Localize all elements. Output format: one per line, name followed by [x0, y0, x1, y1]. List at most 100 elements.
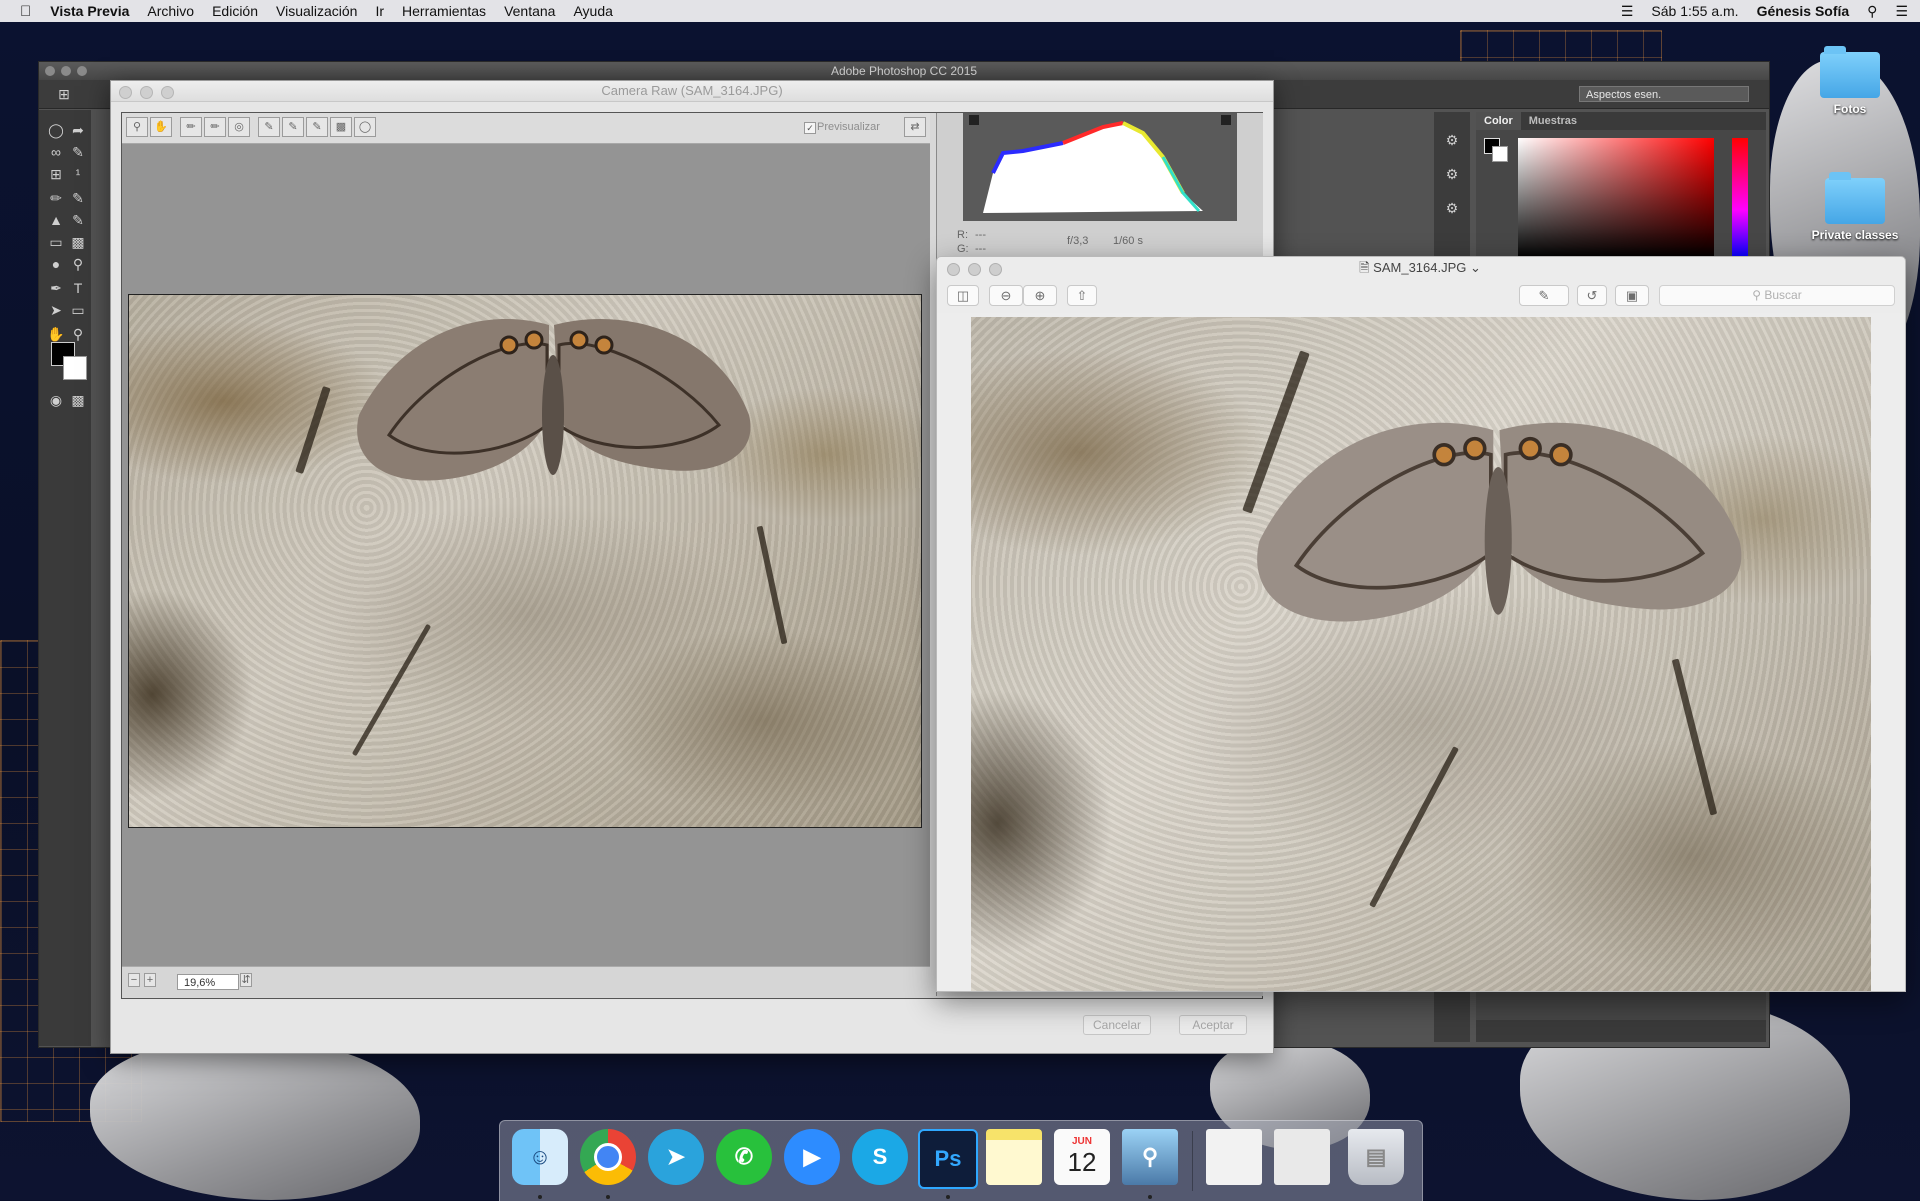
preview-title[interactable]: SAM_3164.JPG [1373, 260, 1466, 275]
zoom-icon[interactable] [77, 66, 87, 76]
menu-app-name[interactable]: Vista Previa [41, 3, 138, 19]
menu-ayuda[interactable]: Ayuda [564, 3, 621, 19]
white-balance-icon[interactable]: ✏ [180, 117, 202, 137]
zoom-icon[interactable] [161, 86, 174, 99]
spotlight-icon[interactable]: ⚲ [1867, 3, 1877, 20]
hue-slider[interactable] [1732, 138, 1748, 258]
workspace-select[interactable]: Aspectos esen. [1579, 86, 1749, 102]
blur-icon[interactable]: ● [45, 254, 67, 274]
brush-icon[interactable]: ✎ [67, 188, 89, 208]
preview-image-area[interactable] [937, 313, 1903, 991]
zoom-tool-icon[interactable]: ⚲ [67, 324, 89, 344]
move-tool-icon[interactable]: ➦ [67, 120, 89, 140]
minimize-icon[interactable] [968, 263, 981, 276]
menu-visualizacion[interactable]: Visualización [267, 3, 366, 19]
zoom-out-icon[interactable]: ⊖ [989, 285, 1023, 306]
menu-edicion[interactable]: Edición [203, 3, 267, 19]
adjustment-brush-icon[interactable]: ▩ [330, 117, 352, 137]
preview-checkbox[interactable]: ✓ [804, 122, 816, 134]
notification-center-icon[interactable]: ☰ [1895, 3, 1908, 20]
close-icon[interactable] [119, 86, 132, 99]
fullscreen-icon[interactable]: ⇄ [904, 117, 926, 137]
background-color-swatch[interactable] [63, 356, 87, 380]
zoom-level-field[interactable]: 19,6% [177, 974, 239, 990]
adjustments-panel-icon[interactable]: ⚙ [1441, 198, 1463, 218]
zoom-in-icon[interactable]: + [144, 973, 156, 987]
menu-archivo[interactable]: Archivo [138, 3, 203, 19]
skype-icon[interactable]: S [852, 1129, 908, 1185]
quick-mask-icon[interactable]: ◉ [45, 390, 67, 410]
menu-ventana[interactable]: Ventana [495, 3, 564, 19]
rotate-icon[interactable]: ↺ [1577, 285, 1607, 306]
menu-herramientas[interactable]: Herramientas [393, 3, 495, 19]
tab-muestras[interactable]: Muestras [1521, 112, 1585, 130]
wifi-icon[interactable]: ☰ [1621, 3, 1634, 20]
photoshop-icon[interactable]: Ps [918, 1129, 978, 1189]
zoom-icon[interactable]: ▶ [784, 1129, 840, 1185]
whatsapp-icon[interactable]: ✆ [716, 1129, 772, 1185]
targeted-adjustment-icon[interactable]: ◎ [228, 117, 250, 137]
desktop-icon-private-classes[interactable]: Private classes [1800, 172, 1910, 242]
user-name[interactable]: Génesis Sofía [1757, 3, 1850, 19]
calendar-icon[interactable]: JUN 12 [1054, 1129, 1110, 1185]
close-icon[interactable] [947, 263, 960, 276]
minimized-window-icon[interactable] [1206, 1129, 1262, 1185]
close-icon[interactable] [45, 66, 55, 76]
gradient-icon[interactable]: ▩ [67, 232, 89, 252]
stamp-icon[interactable]: ▲ [45, 210, 67, 230]
apple-icon[interactable]:  [0, 3, 41, 20]
toolbox-icon[interactable]: ▣ [1615, 285, 1649, 306]
trash-icon[interactable]: ▤ [1348, 1129, 1404, 1185]
radial-filter-icon[interactable]: ◯ [354, 117, 376, 137]
color-sampler-icon[interactable]: ✏ [204, 117, 226, 137]
properties-panel-icon[interactable]: ⚙ [1441, 164, 1463, 184]
pen-icon[interactable]: ✒ [45, 278, 67, 298]
color-picker-field[interactable] [1518, 138, 1714, 258]
straighten-icon[interactable]: ✎ [258, 117, 280, 137]
crop-icon[interactable]: ⊞ [45, 164, 67, 184]
crop-tool-icon[interactable]: ⊞ [53, 84, 75, 104]
finder-icon[interactable]: ☺ [512, 1129, 568, 1185]
type-icon[interactable]: T [67, 278, 89, 298]
quick-select-icon[interactable]: ✎ [67, 142, 89, 162]
dodge-icon[interactable]: ⚲ [67, 254, 89, 274]
red-eye-icon[interactable]: ✎ [306, 117, 328, 137]
zoom-tool-icon[interactable]: ⚲ [126, 117, 148, 137]
chevron-down-icon[interactable]: ⌄ [1466, 260, 1481, 275]
zoom-in-icon[interactable]: ⊕ [1023, 285, 1057, 306]
hand-icon[interactable]: ✋ [45, 324, 67, 344]
accept-button[interactable]: Aceptar [1179, 1015, 1247, 1035]
sidebar-toggle-icon[interactable]: ◫ [947, 285, 979, 306]
clock[interactable]: Sáb 1:55 a.m. [1651, 3, 1738, 19]
eraser-icon[interactable]: ▭ [45, 232, 67, 252]
count-tool-icon[interactable]: ¹ [67, 164, 89, 184]
hand-tool-icon[interactable]: ✋ [150, 117, 172, 137]
marquee-tool-icon[interactable]: ◯ [45, 120, 67, 140]
zoom-stepper-icon[interactable]: ⇵ [240, 973, 252, 987]
camera-raw-canvas[interactable] [122, 144, 930, 966]
history-panel-icon[interactable]: ⚙ [1441, 130, 1463, 150]
markup-pen-icon[interactable]: ✎ [1519, 285, 1569, 306]
zoom-out-icon[interactable]: − [128, 973, 140, 987]
history-brush-icon[interactable]: ✎ [67, 210, 89, 230]
search-input[interactable]: ⚲ Buscar [1659, 285, 1895, 306]
path-select-icon[interactable]: ➤ [45, 300, 67, 320]
preview-app-icon[interactable]: ⚲ [1122, 1129, 1178, 1185]
cancel-button[interactable]: Cancelar [1083, 1015, 1151, 1035]
eyedropper-icon[interactable]: ✏ [45, 188, 67, 208]
shape-icon[interactable]: ▭ [67, 300, 89, 320]
spot-removal-icon[interactable]: ✎ [282, 117, 304, 137]
desktop-icon-fotos[interactable]: Fotos [1795, 46, 1905, 116]
telegram-icon[interactable]: ➤ [648, 1129, 704, 1185]
panel-background-swatch[interactable] [1492, 146, 1508, 162]
zoom-icon[interactable] [989, 263, 1002, 276]
share-icon[interactable]: ⇧ [1067, 285, 1097, 306]
minimized-window-icon[interactable] [1274, 1129, 1330, 1185]
tab-color[interactable]: Color [1476, 112, 1521, 130]
chrome-icon[interactable] [580, 1129, 636, 1185]
minimize-icon[interactable] [140, 86, 153, 99]
lasso-tool-icon[interactable]: ∞ [45, 142, 67, 162]
menu-ir[interactable]: Ir [366, 3, 393, 19]
screen-mode-icon[interactable]: ▩ [67, 390, 89, 410]
notes-icon[interactable] [986, 1129, 1042, 1185]
